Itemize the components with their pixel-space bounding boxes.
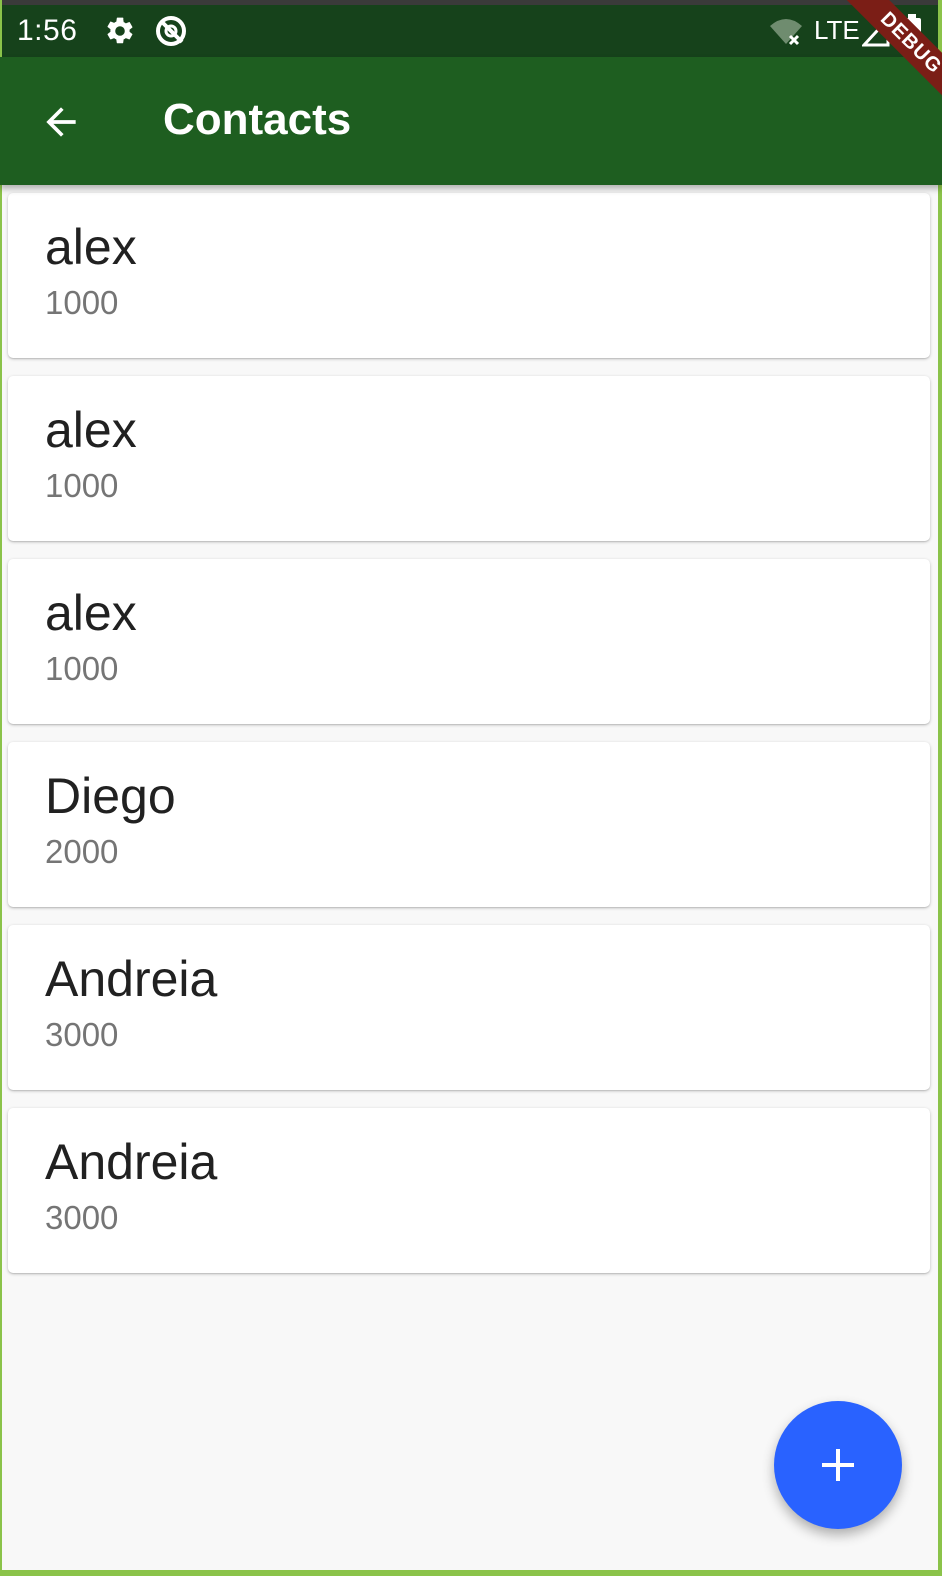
contact-value: 1000 xyxy=(45,284,119,321)
contact-name: alex xyxy=(45,219,137,275)
wifi-off-icon xyxy=(770,19,802,46)
back-button[interactable] xyxy=(32,93,90,151)
contact-value: 1000 xyxy=(45,650,119,687)
add-icon xyxy=(822,1449,854,1481)
page-title: Contacts xyxy=(163,95,352,144)
contact-name: Diego xyxy=(45,768,176,824)
contact-card[interactable]: Diego 2000 xyxy=(8,742,930,907)
app-bar: Contacts xyxy=(0,57,942,185)
arrow-back-icon xyxy=(46,107,76,137)
contact-name: Andreia xyxy=(45,951,218,1007)
device-frame-left xyxy=(0,0,2,1576)
gear-icon xyxy=(107,17,133,44)
contact-name: alex xyxy=(45,402,137,458)
contact-list: alex 1000 alex 1000 alex 1000 Diego 2000… xyxy=(8,193,930,1291)
status-bar: 1:56 LTE xyxy=(0,5,942,57)
contact-card[interactable]: Andreia 3000 xyxy=(8,925,930,1090)
device-frame-bottom xyxy=(0,1570,942,1576)
contact-card[interactable]: alex 1000 xyxy=(8,559,930,724)
contact-card[interactable]: Andreia 3000 xyxy=(8,1108,930,1273)
contact-value: 2000 xyxy=(45,833,119,870)
contact-value: 3000 xyxy=(45,1016,119,1053)
device-frame-right xyxy=(938,0,942,1576)
contact-card[interactable]: alex 1000 xyxy=(8,376,930,541)
contact-value: 3000 xyxy=(45,1199,119,1236)
vpn-q-icon xyxy=(156,16,186,46)
status-time: 1:56 xyxy=(17,14,78,47)
contact-value: 1000 xyxy=(45,467,119,504)
contact-name: alex xyxy=(45,585,137,641)
contact-name: Andreia xyxy=(45,1134,218,1190)
network-type-label: LTE xyxy=(814,15,860,45)
contact-card[interactable]: alex 1000 xyxy=(8,193,930,358)
add-contact-button[interactable] xyxy=(774,1401,902,1529)
